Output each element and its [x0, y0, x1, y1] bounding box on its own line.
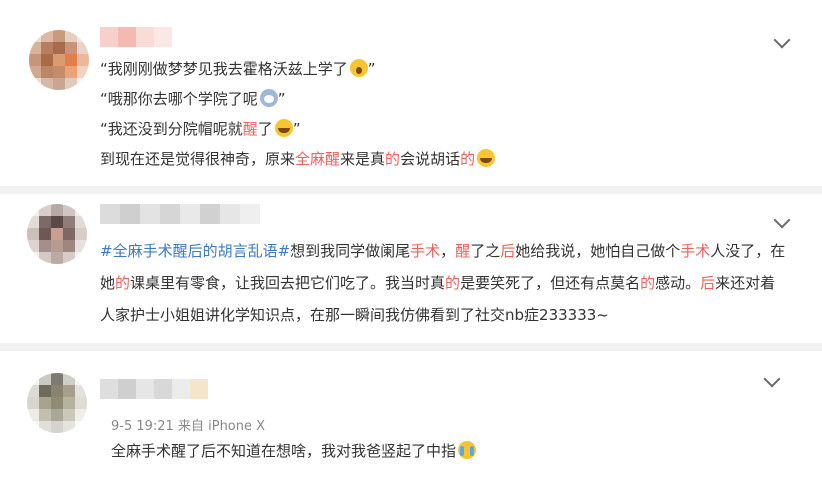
comment-card-1: “我刚刚做梦梦见我去霍格沃兹上学了” “哦那你去哪个学院了呢” “我还没到分院帽… — [0, 0, 822, 184]
keyword-highlight[interactable]: 后 — [500, 242, 515, 260]
comment-body: 全麻手术醒了后不知道在想啥，我对我爸竖起了中指 — [111, 438, 477, 464]
comment-card-2: #全麻手术醒后的胡言乱语#想到我同学做阑尾手术，醒了之后她给我说，她怕自己做个手… — [0, 194, 822, 342]
divider — [0, 186, 822, 194]
cry-emoji-icon — [458, 441, 477, 459]
keyword-highlight[interactable]: 的 — [115, 274, 130, 292]
hashtag-link[interactable]: #全麻手术醒后的胡言乱语# — [100, 242, 290, 260]
avatar[interactable] — [29, 30, 89, 90]
keyword-highlight[interactable]: 的 — [385, 150, 400, 168]
username-blurred[interactable] — [100, 27, 172, 47]
sweat-emoji-icon — [259, 89, 278, 107]
comment-meta: 9-5 19:21 来自 iPhone X — [111, 415, 265, 434]
comment-line-1: “我刚刚做梦梦见我去霍格沃兹上学了” — [100, 59, 376, 78]
keyword-highlight[interactable]: 后 — [700, 274, 715, 292]
laugh-emoji-icon — [477, 149, 496, 167]
keyword-highlight[interactable]: 手术 — [680, 242, 710, 260]
divider — [0, 343, 822, 351]
keyword-highlight[interactable]: 的 — [460, 150, 475, 168]
avatar[interactable] — [27, 373, 87, 433]
username-blurred[interactable] — [100, 379, 208, 399]
keyword-highlight[interactable]: 手术 — [410, 242, 440, 260]
device-source: 来自 iPhone X — [177, 419, 266, 434]
comment-line-3: “我还没到分院帽呢就醒了” — [100, 119, 301, 138]
scream-emoji-icon — [349, 59, 368, 77]
avatar[interactable] — [27, 204, 87, 264]
comment-line-4: 到现在还是觉得很神奇，原来全麻醒来是真的会说胡话的 — [100, 146, 496, 172]
chevron-down-icon[interactable] — [763, 370, 781, 388]
keyword-highlight[interactable]: 的 — [640, 274, 655, 292]
comment-line-2: “哦那你去哪个学院了呢” — [100, 89, 286, 108]
username-blurred[interactable] — [100, 204, 260, 224]
keyword-highlight[interactable]: 的 — [445, 274, 460, 292]
laugh-emoji-icon — [274, 119, 293, 137]
comment-card-3: 9-5 19:21 来自 iPhone X 全麻手术醒了后不知道在想啥，我对我爸… — [0, 351, 822, 497]
keyword-highlight[interactable]: 全麻醒 — [295, 150, 340, 168]
chevron-down-icon[interactable] — [773, 31, 791, 49]
keyword-highlight[interactable]: 醒 — [455, 242, 470, 260]
chevron-down-icon[interactable] — [773, 211, 791, 229]
comment-body: #全麻手术醒后的胡言乱语#想到我同学做阑尾手术，醒了之后她给我说，她怕自己做个手… — [100, 242, 786, 324]
timestamp: 9-5 19:21 — [111, 419, 174, 434]
keyword-highlight[interactable]: 醒 — [243, 120, 258, 138]
